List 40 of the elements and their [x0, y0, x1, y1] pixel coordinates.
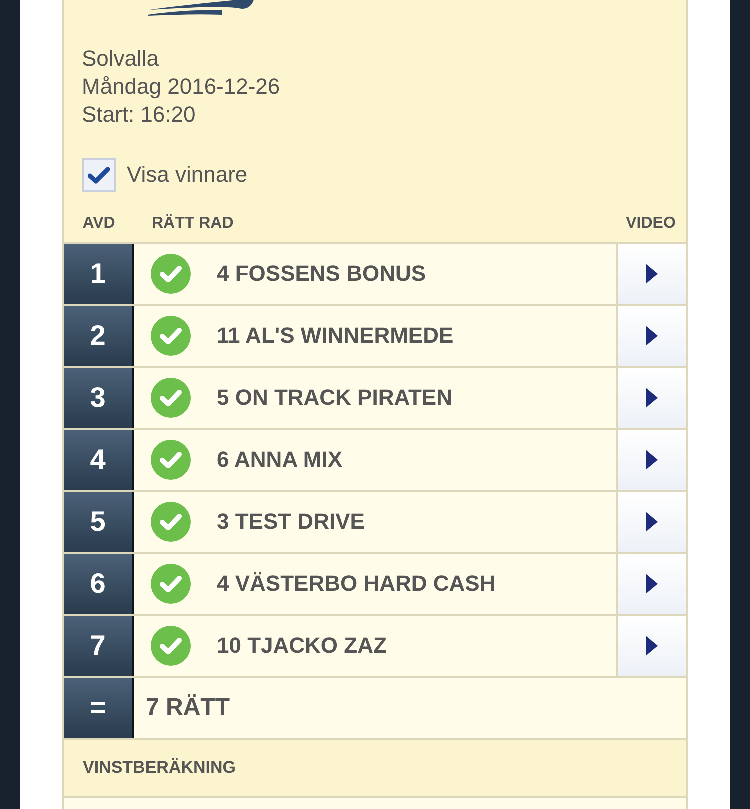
equals-cell: =: [64, 678, 134, 738]
winner-name: 4 VÄSTERBO HARD CASH: [217, 571, 496, 597]
play-icon: [646, 264, 658, 284]
race-date: Måndag 2016-12-26: [82, 73, 282, 101]
play-icon: [646, 326, 658, 346]
winner-name: 6 ANNA MIX: [217, 447, 342, 473]
column-header: RÄTT RAD: [151, 214, 234, 232]
checkbox[interactable]: [82, 158, 116, 192]
play-icon: [646, 636, 658, 656]
video-play-button[interactable]: [616, 306, 686, 366]
race-number-cell: 6: [64, 554, 134, 614]
start-time: Start: 16:20: [82, 101, 197, 129]
winner-name: 4 FOSSENS BONUS: [217, 261, 426, 287]
race-number-cell: 3: [64, 368, 134, 428]
video-play-button[interactable]: [616, 368, 686, 428]
logo-swoosh-icon: [148, 0, 254, 16]
play-icon: [646, 512, 658, 532]
track-name: Solvalla: [82, 45, 160, 73]
column-header: VIDEO: [626, 214, 676, 232]
race-number-cell: 7: [64, 616, 134, 676]
play-icon: [646, 450, 658, 470]
play-icon: [646, 388, 658, 408]
checkmark-icon: [88, 166, 110, 184]
total-correct: 7 RÄTT: [146, 694, 230, 722]
race-number-cell: 2: [64, 306, 134, 366]
race-number-cell: 5: [64, 492, 134, 552]
video-play-button[interactable]: [616, 244, 686, 304]
race-number-cell: 1: [64, 244, 134, 304]
winner-name: 3 TEST DRIVE: [217, 509, 365, 535]
show-winners-label: Visa vinnare: [127, 161, 248, 189]
winner-name: 11 AL'S WINNERMEDE: [217, 323, 454, 349]
video-play-button[interactable]: [616, 492, 686, 552]
race-number-cell: 4: [64, 430, 134, 490]
winner-name: 5 ON TRACK PIRATEN: [217, 385, 452, 411]
column-header: AVD: [82, 214, 116, 232]
winner-name: 10 TJACKO ZAZ: [217, 633, 387, 659]
video-play-button[interactable]: [616, 616, 686, 676]
video-play-button[interactable]: [616, 554, 686, 614]
video-play-button[interactable]: [616, 430, 686, 490]
play-icon: [646, 574, 658, 594]
